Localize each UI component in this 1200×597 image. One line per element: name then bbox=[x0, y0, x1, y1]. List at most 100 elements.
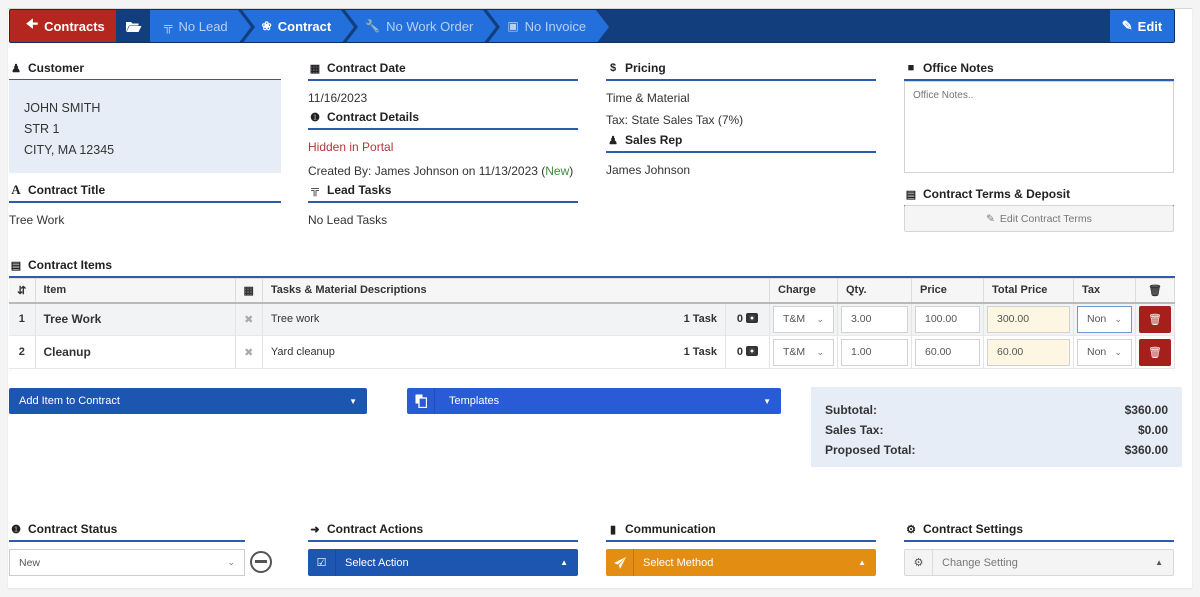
office-notes-heading: ■ Office Notes bbox=[904, 61, 1174, 81]
delete-item-button[interactable]: 🗑 bbox=[1139, 305, 1171, 333]
workflow-breadcrumb: ╦ No Lead ❀ Contract 🔧 No Work Order ▣ N… bbox=[150, 10, 613, 42]
caret-up-icon: ▲ bbox=[560, 558, 568, 567]
templates-dropdown[interactable]: Templates ▼ bbox=[407, 388, 781, 414]
totals-box: Subtotal: $360.00 Sales Tax: $0.00 Propose… bbox=[811, 387, 1182, 467]
crumb-lead-label: No Lead bbox=[178, 18, 228, 34]
qty-input[interactable]: 3.00 bbox=[841, 305, 908, 333]
sales-tax-label: Sales Tax: bbox=[825, 423, 884, 437]
add-item-dropdown[interactable]: Add Item to Contract ▼ bbox=[9, 388, 367, 414]
edit-button[interactable]: ✎ Edit bbox=[1110, 10, 1174, 42]
tax-select[interactable]: Non ⌄ bbox=[1077, 338, 1132, 366]
minus-circle-icon[interactable] bbox=[250, 551, 272, 573]
column-qty: Qty. bbox=[837, 278, 912, 304]
calendar-icon: ▦ bbox=[309, 62, 321, 75]
contract-status-select[interactable]: New ⌄ bbox=[9, 549, 245, 576]
office-notes-heading-label: Office Notes bbox=[923, 61, 994, 75]
crumb-work-order[interactable]: 🔧 No Work Order bbox=[345, 10, 501, 42]
edit-icon: ✎ bbox=[986, 212, 995, 225]
info-circle-icon: ❶ bbox=[310, 111, 320, 124]
charge-cell: T&M ⌄ bbox=[769, 302, 838, 336]
signpost-icon: ╦ bbox=[311, 184, 319, 196]
tax-select[interactable]: Non ⌄ bbox=[1077, 305, 1132, 333]
column-tax: Tax bbox=[1073, 278, 1136, 304]
chevron-down-icon: ⌄ bbox=[816, 313, 824, 324]
delete-item-button[interactable]: 🗑 bbox=[1139, 338, 1171, 366]
gear-icon: ⚙ bbox=[906, 523, 916, 536]
office-notes-textarea[interactable] bbox=[904, 81, 1174, 173]
price-value: 60.00 bbox=[925, 346, 952, 358]
item-description[interactable]: Yard cleanup bbox=[262, 335, 670, 369]
sticky-note-icon: ■ bbox=[907, 62, 915, 74]
item-description[interactable]: Tree work bbox=[262, 302, 670, 336]
qty-value: 3.00 bbox=[851, 313, 872, 326]
contract-items-heading-label: Contract Items bbox=[28, 258, 113, 272]
price-input[interactable]: 60.00 bbox=[915, 338, 980, 366]
add-item-label: Add Item to Contract bbox=[19, 395, 120, 407]
caret-down-icon: ▼ bbox=[349, 396, 357, 406]
crumb-work-order-label: No Work Order bbox=[386, 18, 474, 34]
edit-contract-terms-button[interactable]: ✎ Edit Contract Terms bbox=[904, 205, 1174, 232]
column-total-price: Total Price bbox=[983, 278, 1074, 304]
contract-settings-dropdown[interactable]: ⚙ Change Setting ▲ bbox=[904, 549, 1174, 576]
proposed-total-value: $360.00 bbox=[1124, 443, 1168, 457]
trash-icon: 🗑 bbox=[1148, 346, 1162, 359]
charge-select[interactable]: T&M ⌄ bbox=[773, 338, 834, 366]
contract-settings-heading: ⚙ Contract Settings bbox=[904, 522, 1174, 542]
total-value: 60.00 bbox=[997, 346, 1024, 358]
created-by: Created By: James Johnson on 11/13/2023 … bbox=[308, 164, 573, 178]
crumb-lead[interactable]: ╦ No Lead bbox=[150, 10, 255, 42]
sort-icon[interactable]: ⇵ bbox=[9, 278, 36, 304]
remove-description-icon[interactable]: ✖ bbox=[235, 335, 263, 369]
contract-settings-heading-label: Contract Settings bbox=[923, 522, 1024, 536]
contract-items-table: ⇵ Item ▦ Tasks & Material Descriptions C… bbox=[9, 278, 1175, 369]
contract-title-heading-label: Contract Title bbox=[28, 183, 106, 197]
charge-select[interactable]: T&M ⌄ bbox=[773, 305, 834, 333]
calculator-icon: ▦ bbox=[235, 278, 263, 304]
arrow-left-icon: 🠈 bbox=[26, 16, 39, 31]
created-suffix: ) bbox=[569, 164, 574, 178]
contract-terms-heading-label: Contract Terms & Deposit bbox=[923, 187, 1071, 201]
customer-heading: ♟ Customer bbox=[9, 61, 281, 81]
qty-cell: 1.00 bbox=[837, 335, 912, 369]
crumb-invoice[interactable]: ▣ No Invoice bbox=[487, 10, 613, 42]
sales-rep-heading-label: Sales Rep bbox=[625, 133, 683, 147]
communication-heading-label: Communication bbox=[625, 522, 716, 536]
table-row: 2 Cleanup ✖ Yard cleanup 1 Task 0 T&M ⌄ 1… bbox=[9, 335, 1175, 369]
photo-count[interactable]: 0 bbox=[725, 302, 770, 336]
charge-value: T&M bbox=[783, 313, 806, 326]
photo-count[interactable]: 0 bbox=[725, 335, 770, 369]
users-icon: ♟ bbox=[608, 134, 618, 147]
tax-cell: Non ⌄ bbox=[1073, 335, 1136, 369]
money-icon: ▣ bbox=[507, 19, 519, 33]
contract-terms-heading: ▤ Contract Terms & Deposit bbox=[904, 187, 1174, 207]
wrench-icon: 🔧 bbox=[365, 19, 381, 33]
back-to-contracts-button[interactable]: 🠈 Contracts bbox=[10, 10, 116, 42]
remove-description-icon[interactable]: ✖ bbox=[235, 302, 263, 336]
total-price-field: 60.00 bbox=[987, 338, 1070, 366]
qty-input[interactable]: 1.00 bbox=[841, 338, 908, 366]
contract-actions-dropdown[interactable]: ☑ Select Action ▲ bbox=[308, 549, 578, 576]
sales-rep-value: James Johnson bbox=[606, 163, 691, 177]
row-number: 2 bbox=[9, 335, 36, 369]
crumb-invoice-label: No Invoice bbox=[524, 18, 587, 34]
task-count[interactable]: 1 Task bbox=[669, 335, 726, 369]
charge-value: T&M bbox=[783, 346, 806, 358]
column-charge: Charge bbox=[769, 278, 838, 304]
item-name[interactable]: Cleanup bbox=[35, 335, 236, 369]
file-lines-icon: ▤ bbox=[10, 259, 22, 272]
price-input[interactable]: 100.00 bbox=[915, 305, 980, 333]
photo-count-value: 0 bbox=[736, 346, 744, 358]
lead-tasks-heading: ╦ Lead Tasks bbox=[308, 183, 578, 203]
task-count[interactable]: 1 Task bbox=[669, 302, 726, 336]
back-label: Contracts bbox=[44, 18, 105, 34]
contract-date-value: 11/16/2023 bbox=[308, 91, 368, 105]
folder-open-button[interactable] bbox=[116, 10, 150, 42]
contract-details-heading-label: Contract Details bbox=[327, 110, 420, 124]
item-name[interactable]: Tree Work bbox=[35, 302, 236, 336]
sign-in-icon: ➜ bbox=[310, 523, 320, 536]
crumb-contract[interactable]: ❀ Contract bbox=[241, 10, 358, 42]
qty-cell: 3.00 bbox=[837, 302, 912, 336]
handshake-icon: ❀ bbox=[261, 19, 272, 33]
communication-dropdown[interactable]: Select Method ▲ bbox=[606, 549, 876, 576]
caret-down-icon: ▼ bbox=[763, 396, 771, 406]
